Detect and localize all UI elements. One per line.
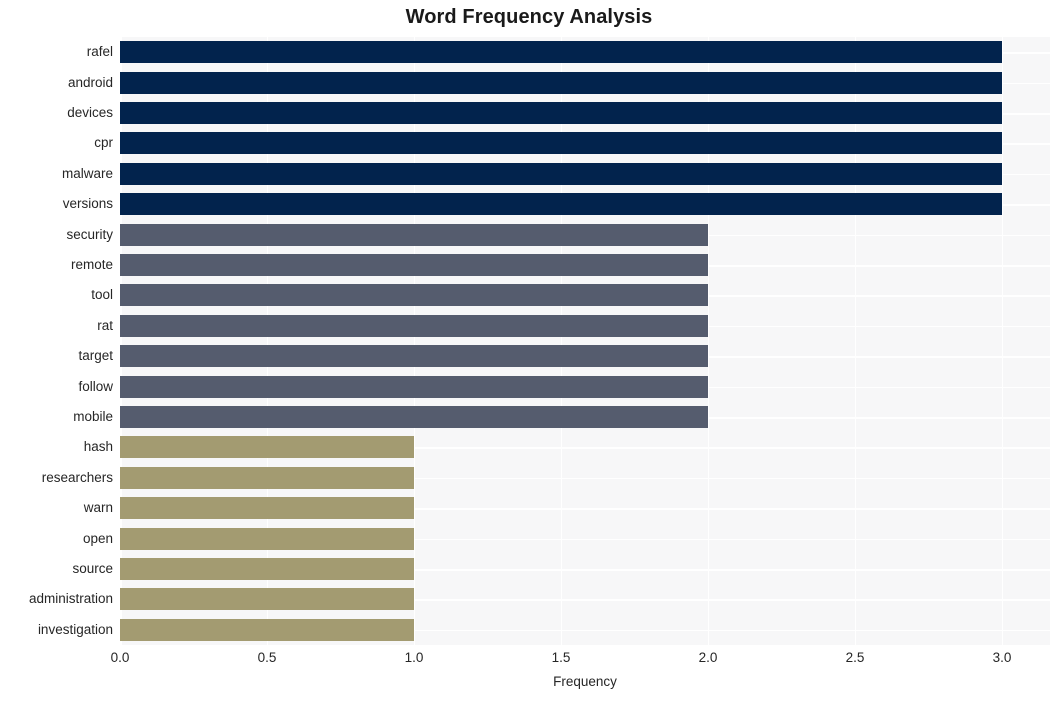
x-tick-label-1.0: 1.0 (404, 650, 424, 665)
y-tick-label-mobile: mobile (73, 409, 113, 424)
bar-warn[interactable] (120, 497, 414, 520)
bar-rat[interactable] (120, 314, 708, 337)
y-tick-label-malware: malware (61, 165, 113, 181)
bar-researchers[interactable] (120, 466, 414, 489)
y-tick-label-investigation: investigation (37, 621, 113, 637)
y-tick-label-versions: versions (62, 196, 113, 212)
y-tick-label-hash: hash (83, 439, 113, 455)
bar-cpr[interactable] (120, 132, 1002, 155)
gridline-vertical-3 (560, 37, 563, 645)
bar-versions[interactable] (120, 193, 1002, 216)
gridline-vertical-4 (707, 37, 710, 645)
page-title: Word Frequency Analysis (405, 6, 653, 28)
gridline-vertical-2 (413, 37, 416, 645)
y-tick-label-security: security (66, 226, 113, 242)
y-tick-label-remote: remote (70, 257, 113, 272)
x-tick-label-1.5: 1.5 (551, 650, 571, 665)
x-axis-title: Frequency (553, 674, 617, 689)
gridline-vertical-0 (120, 37, 122, 645)
bar-malware[interactable] (120, 162, 1002, 185)
x-tick-label-2.0: 2.0 (698, 650, 718, 665)
bar-hash[interactable] (120, 436, 414, 459)
y-tick-label-devices: devices (67, 105, 113, 120)
y-tick-label-researchers: researchers (41, 469, 113, 485)
bar-security[interactable] (120, 223, 708, 246)
bar-devices[interactable] (120, 102, 1002, 124)
bar-mobile[interactable] (120, 406, 708, 428)
y-tick-label-cpr: cpr (94, 135, 113, 151)
y-tick-label-rafel: rafel (86, 44, 113, 60)
y-tick-label-warn: warn (83, 500, 113, 516)
word-frequency-chart-figure: Word Frequency Analysis rafel android devi… (0, 0, 1058, 701)
x-tick-label-0.5: 0.5 (257, 650, 277, 665)
x-tick-label-3.0: 3.0 (992, 650, 1012, 665)
y-tick-label-target: target (78, 348, 113, 364)
bar-target[interactable] (120, 345, 708, 368)
bar-open[interactable] (120, 527, 414, 550)
bar-follow[interactable] (120, 375, 708, 398)
y-tick-label-tool: tool (91, 287, 113, 303)
y-tick-label-follow: follow (78, 378, 113, 394)
y-tick-label-source: source (72, 561, 113, 576)
gridline-vertical-5 (854, 37, 857, 645)
bar-android[interactable] (120, 71, 1002, 94)
bar-remote[interactable] (120, 254, 708, 276)
y-axis-tick-labels: rafel android devices cpr malware versions sec… (0, 37, 113, 645)
plot-area (120, 37, 1050, 645)
bar-administration[interactable] (120, 588, 414, 611)
x-axis-tick-labels: 0.0 0.5 1.0 1.5 2.0 2.5 3.0 (0, 650, 1058, 672)
bar-source[interactable] (120, 558, 414, 580)
gridline-vertical-1 (266, 37, 269, 645)
x-tick-label-2.5: 2.5 (845, 650, 865, 665)
y-tick-label-administration: administration (28, 591, 113, 607)
bar-investigation[interactable] (120, 618, 414, 641)
y-tick-label-android: android (67, 74, 113, 90)
gridline-vertical-6 (1001, 37, 1004, 645)
y-tick-label-open: open (82, 530, 113, 546)
bar-rafel[interactable] (120, 41, 1002, 64)
bar-tool[interactable] (120, 284, 708, 307)
x-tick-label-0.0: 0.0 (110, 650, 130, 665)
y-tick-label-rat: rat (97, 317, 113, 333)
